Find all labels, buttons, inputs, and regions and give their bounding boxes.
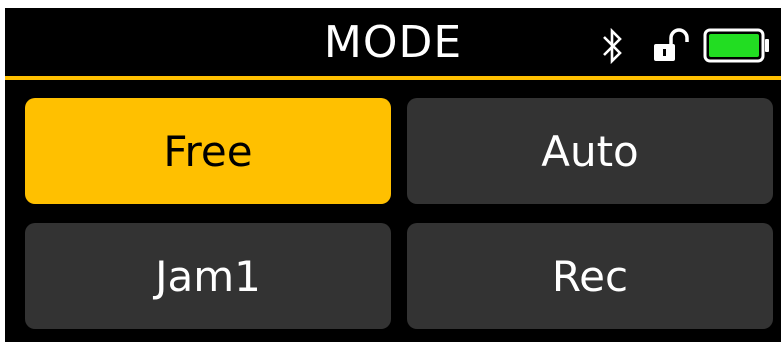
device-screen: MODE Free Auto Jam1 Rec [5, 8, 781, 342]
bluetooth-icon [603, 28, 622, 64]
battery-icon [703, 28, 769, 63]
mode-button-jam1[interactable]: Jam1 [25, 223, 391, 329]
mode-button-label: Free [163, 126, 253, 176]
mode-button-label: Jam1 [155, 251, 261, 301]
mode-button-free[interactable]: Free [25, 98, 391, 204]
mode-button-rec[interactable]: Rec [407, 223, 773, 329]
unlocked-padlock-icon [654, 28, 689, 61]
mode-button-label: Rec [551, 251, 629, 301]
mode-button-label: Auto [541, 126, 639, 176]
mode-button-auto[interactable]: Auto [407, 98, 773, 204]
header-divider [5, 76, 781, 80]
header-bar: MODE [5, 8, 781, 76]
